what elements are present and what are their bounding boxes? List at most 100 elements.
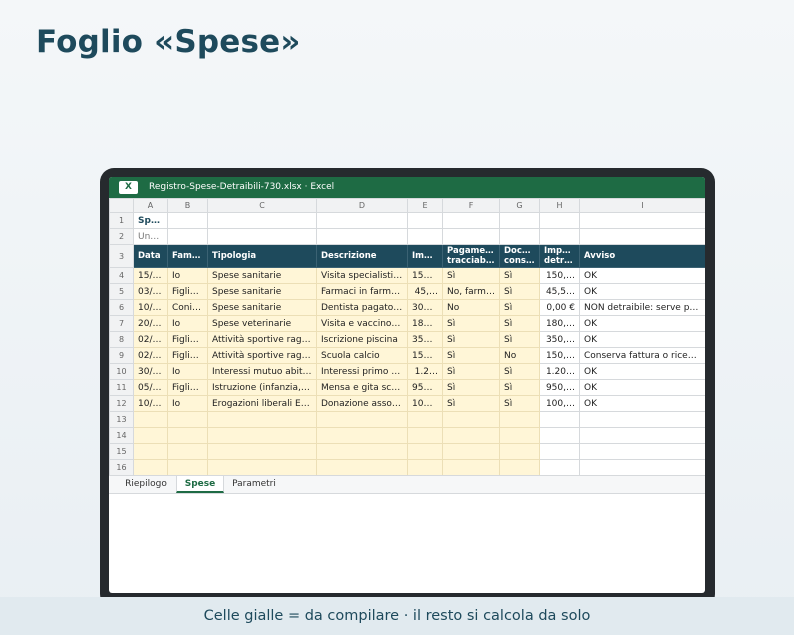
column-header-h[interactable]: H bbox=[539, 198, 580, 213]
cell[interactable]: OK bbox=[579, 267, 705, 284]
cell[interactable]: 350,… bbox=[539, 331, 580, 348]
cell[interactable]: 150,… bbox=[539, 267, 580, 284]
cell[interactable]: Sì bbox=[442, 331, 500, 348]
cell[interactable]: 150… bbox=[407, 347, 443, 364]
cell[interactable]: Spese sanitarie bbox=[207, 299, 317, 316]
cell[interactable]: Figlio 1 bbox=[167, 379, 208, 396]
cell[interactable] bbox=[207, 212, 317, 229]
row-header[interactable]: 4 bbox=[109, 267, 134, 284]
select-all-corner[interactable] bbox=[109, 198, 134, 213]
cell[interactable]: Spese veterinarie bbox=[207, 315, 317, 332]
row-header[interactable]: 8 bbox=[109, 331, 134, 348]
column-header-e[interactable]: E bbox=[407, 198, 443, 213]
column-header-b[interactable]: B bbox=[167, 198, 208, 213]
row-header[interactable]: 7 bbox=[109, 315, 134, 332]
column-header-d[interactable]: D bbox=[316, 198, 408, 213]
cell[interactable]: Dentista pagato … bbox=[316, 299, 408, 316]
cell[interactable] bbox=[442, 427, 500, 444]
cell[interactable]: Sì bbox=[499, 267, 540, 284]
cell-a2[interactable]: Un… bbox=[133, 228, 168, 245]
cell[interactable]: Istruzione (infanzia, … bbox=[207, 379, 317, 396]
row-header[interactable]: 16 bbox=[109, 459, 134, 476]
row-header[interactable]: 1 bbox=[109, 212, 134, 229]
cell[interactable] bbox=[133, 443, 168, 460]
cell[interactable] bbox=[442, 443, 500, 460]
cell[interactable]: Sì bbox=[442, 395, 500, 412]
cell[interactable] bbox=[167, 443, 208, 460]
cell[interactable] bbox=[316, 459, 408, 476]
cell[interactable]: 180… bbox=[407, 315, 443, 332]
cell[interactable] bbox=[316, 443, 408, 460]
cell[interactable] bbox=[442, 459, 500, 476]
cell[interactable] bbox=[167, 228, 208, 245]
cell[interactable] bbox=[167, 427, 208, 444]
row-header[interactable]: 15 bbox=[109, 443, 134, 460]
cell[interactable] bbox=[579, 443, 705, 460]
cell[interactable]: Figlio 2 bbox=[167, 347, 208, 364]
cell[interactable]: Coni… bbox=[167, 299, 208, 316]
cell[interactable] bbox=[499, 443, 540, 460]
cell[interactable]: Visita specialistica bbox=[316, 267, 408, 284]
row-header[interactable]: 5 bbox=[109, 283, 134, 300]
cell[interactable]: Sì bbox=[499, 395, 540, 412]
column-title[interactable]: Data bbox=[133, 244, 168, 268]
cell[interactable]: Sì bbox=[442, 315, 500, 332]
cell[interactable]: Scuola calcio bbox=[316, 347, 408, 364]
cell[interactable]: Sì bbox=[442, 347, 500, 364]
cell[interactable]: Spese sanitarie bbox=[207, 267, 317, 284]
cell[interactable]: 05/… bbox=[133, 379, 168, 396]
cell[interactable]: 45,… bbox=[407, 283, 443, 300]
column-title[interactable]: Impo… detr… bbox=[539, 244, 580, 268]
cell[interactable] bbox=[579, 427, 705, 444]
cell[interactable]: Sì bbox=[499, 315, 540, 332]
column-title[interactable]: Descrizione bbox=[316, 244, 408, 268]
cell[interactable]: 03/… bbox=[133, 283, 168, 300]
cell[interactable]: Interessi primo s… bbox=[316, 363, 408, 380]
cell[interactable]: Sì bbox=[499, 299, 540, 316]
cell[interactable] bbox=[316, 212, 408, 229]
cell[interactable]: 20/… bbox=[133, 315, 168, 332]
column-title[interactable]: Avviso bbox=[579, 244, 705, 268]
cell[interactable]: 950… bbox=[407, 379, 443, 396]
cell[interactable]: 02/… bbox=[133, 331, 168, 348]
cell[interactable] bbox=[499, 212, 540, 229]
cell[interactable] bbox=[539, 411, 580, 428]
cell[interactable] bbox=[442, 228, 500, 245]
cell[interactable]: Io bbox=[167, 363, 208, 380]
cell[interactable]: Attività sportive rag… bbox=[207, 331, 317, 348]
cell[interactable]: 1.20… bbox=[539, 363, 580, 380]
cell[interactable]: 350… bbox=[407, 331, 443, 348]
cell[interactable]: 1.2… bbox=[407, 363, 443, 380]
cell[interactable]: Sì bbox=[499, 331, 540, 348]
cell[interactable] bbox=[207, 443, 317, 460]
cell[interactable]: Farmaci in farma… bbox=[316, 283, 408, 300]
tab-riepilogo[interactable]: Riepilogo bbox=[117, 476, 175, 493]
cell[interactable]: Sì bbox=[442, 267, 500, 284]
cell[interactable]: Io bbox=[167, 267, 208, 284]
cell[interactable] bbox=[316, 228, 408, 245]
cell[interactable]: Sì bbox=[442, 379, 500, 396]
cell[interactable] bbox=[407, 212, 443, 229]
cell[interactable] bbox=[133, 411, 168, 428]
cell[interactable]: Figlio 1 bbox=[167, 331, 208, 348]
column-header-g[interactable]: G bbox=[499, 198, 540, 213]
cell[interactable]: Iscrizione piscina bbox=[316, 331, 408, 348]
cell[interactable]: 0,00 € bbox=[539, 299, 580, 316]
cell[interactable]: Sì bbox=[442, 363, 500, 380]
cell[interactable] bbox=[207, 411, 317, 428]
cell[interactable] bbox=[407, 411, 443, 428]
column-header-f[interactable]: F bbox=[442, 198, 500, 213]
column-title[interactable]: Imp… bbox=[407, 244, 443, 268]
row-header[interactable]: 12 bbox=[109, 395, 134, 412]
cell[interactable]: Erogazioni liberali ET… bbox=[207, 395, 317, 412]
cell[interactable]: Sì bbox=[499, 379, 540, 396]
row-header[interactable]: 13 bbox=[109, 411, 134, 428]
cell-a1[interactable]: Spe… bbox=[133, 212, 168, 229]
cell[interactable] bbox=[167, 459, 208, 476]
cell[interactable]: No bbox=[442, 299, 500, 316]
column-title[interactable]: Pagame… tracciabile bbox=[442, 244, 500, 268]
cell[interactable]: Conserva fattura o ricev… bbox=[579, 347, 705, 364]
cell[interactable] bbox=[442, 212, 500, 229]
tab-spese[interactable]: Spese bbox=[176, 476, 224, 493]
row-header[interactable]: 2 bbox=[109, 228, 134, 245]
